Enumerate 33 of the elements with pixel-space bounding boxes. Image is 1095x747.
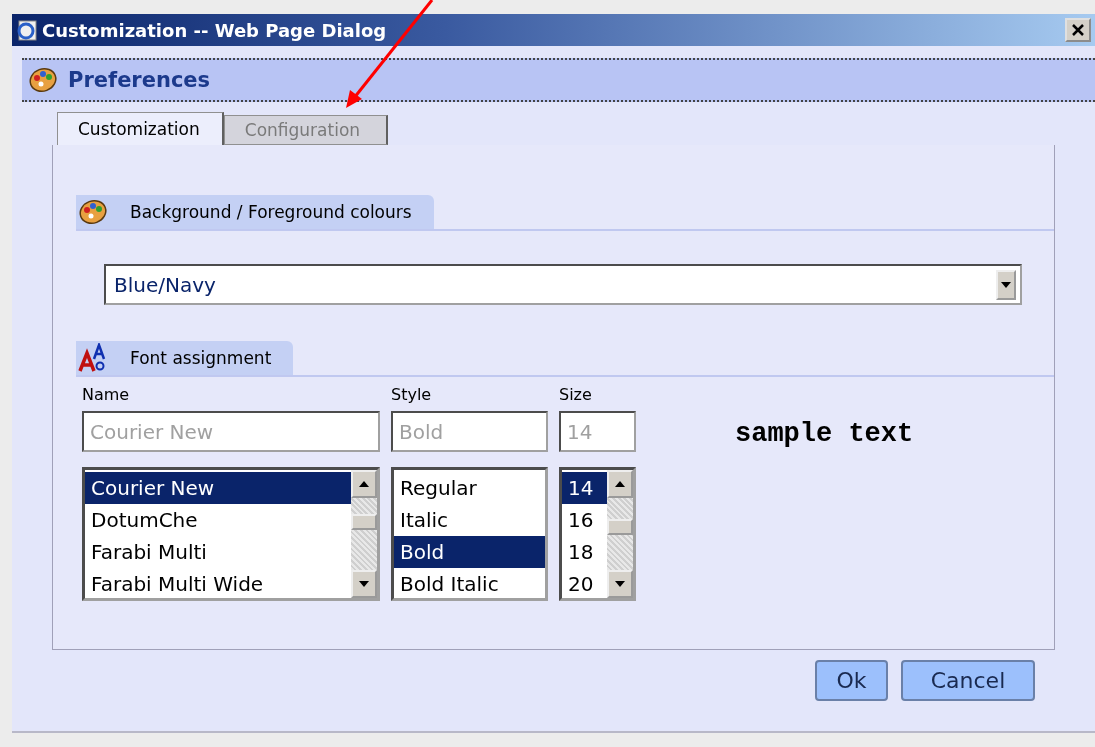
scroll-down-button[interactable] [607,570,633,598]
scrollbar[interactable] [607,470,633,598]
up-arrow-icon [359,481,369,487]
scroll-up-button[interactable] [607,470,633,498]
dialog-button[interactable]: Cancel [901,660,1035,701]
dropdown-value: Blue/Navy [114,272,217,297]
font-icon [78,343,108,373]
column-label: Name [82,385,131,406]
colour-dropdown[interactable]: Blue/Navy [104,264,1022,305]
close-button[interactable] [1065,18,1091,42]
palette-icon [28,66,58,94]
down-arrow-icon [1001,281,1011,288]
scrollbar-thumb[interactable] [607,518,633,535]
column-label: Size [559,385,593,406]
section-title: Font assignment [130,348,272,368]
palette-icon [78,198,108,226]
down-arrow-icon [359,581,369,587]
scrollbar[interactable] [351,470,377,598]
tab[interactable]: Customization [57,112,224,145]
down-arrow-icon [615,581,625,587]
dropdown-button[interactable] [996,269,1016,300]
sample-text: sample text [735,419,914,449]
up-arrow-icon [615,481,625,487]
scrollbar-thumb[interactable] [351,513,377,530]
dialog-button[interactable]: Ok [815,660,888,701]
scroll-up-button[interactable] [351,470,377,498]
browser-icon [16,19,38,41]
scroll-down-button[interactable] [351,570,377,598]
section-title: Background / Foreground colours [130,202,412,222]
window-title: Customization -- Web Page Dialog [42,19,388,41]
header-title: Preferences [68,68,211,92]
close-icon [1072,24,1084,36]
column-label: Style [391,385,433,406]
